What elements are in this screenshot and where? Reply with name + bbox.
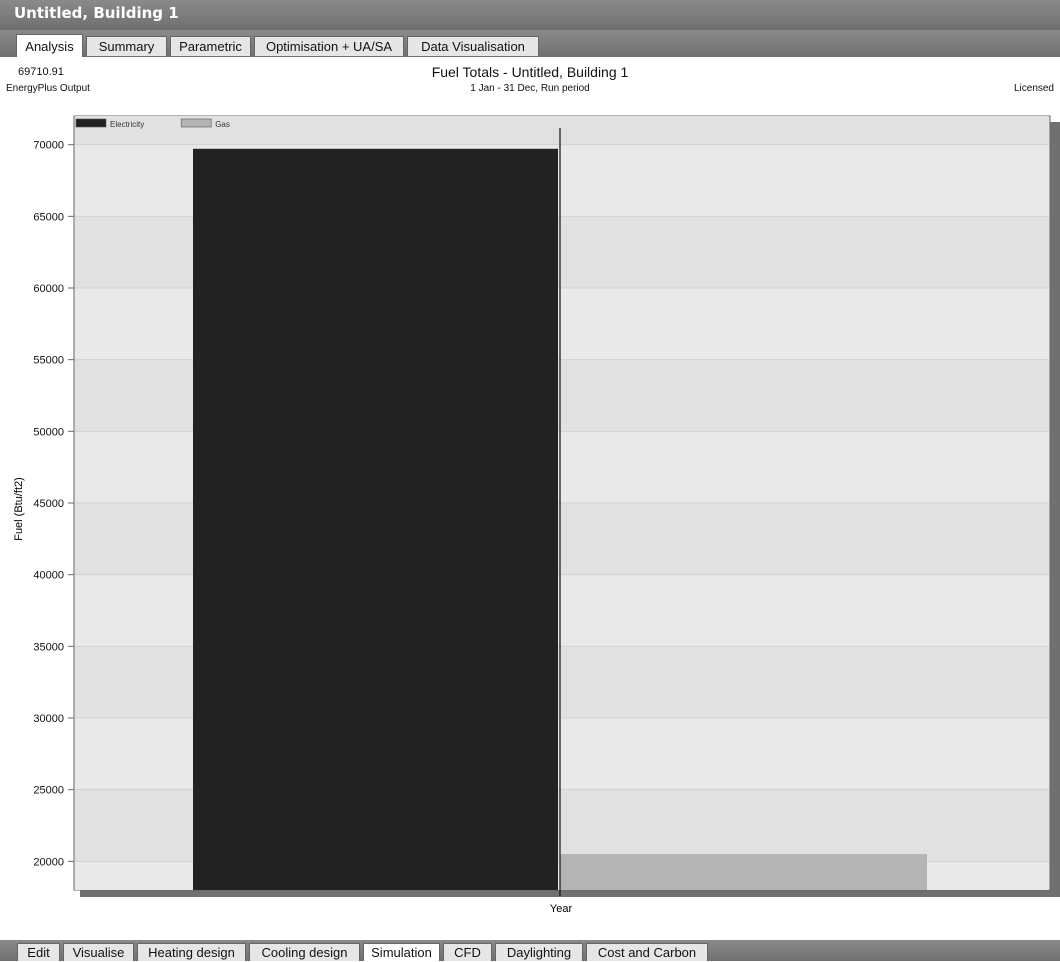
tab-cost-and-carbon[interactable]: Cost and Carbon xyxy=(586,943,708,961)
y-tick-label: 55000 xyxy=(33,355,64,367)
bar-gas xyxy=(560,854,927,890)
y-tick-label: 60000 xyxy=(33,283,64,295)
legend-swatch-electricity xyxy=(75,118,107,128)
tab-parametric[interactable]: Parametric xyxy=(170,36,251,56)
legend-swatch-gas xyxy=(180,118,212,128)
y-tick-label: 25000 xyxy=(33,785,64,797)
bar-electricity xyxy=(193,148,558,890)
y-axis-label: Fuel (Btu/ft2) xyxy=(13,477,25,541)
tab-daylighting[interactable]: Daylighting xyxy=(495,943,583,961)
y-tick-label: 50000 xyxy=(33,426,64,438)
title-bar: Untitled, Building 1 xyxy=(0,0,1060,31)
main-tab-bar: Edit Visualise Heating design Cooling de… xyxy=(0,940,1060,961)
y-tick-label: 35000 xyxy=(33,641,64,653)
tab-summary[interactable]: Summary xyxy=(86,36,167,56)
tab-simulation[interactable]: Simulation xyxy=(363,943,440,961)
analysis-tab-bar: Analysis Summary Parametric Optimisation… xyxy=(0,30,1060,57)
y-tick-label: 70000 xyxy=(33,140,64,152)
x-axis-label: Year xyxy=(550,903,573,915)
tab-edit[interactable]: Edit xyxy=(17,943,60,961)
tab-cooling-design[interactable]: Cooling design xyxy=(249,943,360,961)
y-tick-label: 20000 xyxy=(33,856,64,868)
y-tick-label: 40000 xyxy=(33,570,64,582)
tab-visualise[interactable]: Visualise xyxy=(63,943,134,961)
tab-heating-design[interactable]: Heating design xyxy=(137,943,246,961)
y-tick-label: 65000 xyxy=(33,211,64,223)
chart-panel: 69710.91 EnergyPlus Output Fuel Totals -… xyxy=(0,57,1060,940)
legend-label-electricity: Electricity xyxy=(110,120,144,129)
fuel-totals-chart: 20000 25000 30000 35000 40000 45000 50000 55000… xyxy=(13,115,1060,915)
tab-optimisation[interactable]: Optimisation + UA/SA xyxy=(254,36,404,56)
tab-analysis[interactable]: Analysis xyxy=(16,34,83,57)
legend-label-gas: Gas xyxy=(215,120,230,129)
y-tick-label: 30000 xyxy=(33,713,64,725)
y-tick-label: 45000 xyxy=(33,498,64,510)
window-title: Untitled, Building 1 xyxy=(14,4,179,22)
tab-cfd[interactable]: CFD xyxy=(443,943,492,961)
tab-data-visualisation[interactable]: Data Visualisation xyxy=(407,36,539,56)
